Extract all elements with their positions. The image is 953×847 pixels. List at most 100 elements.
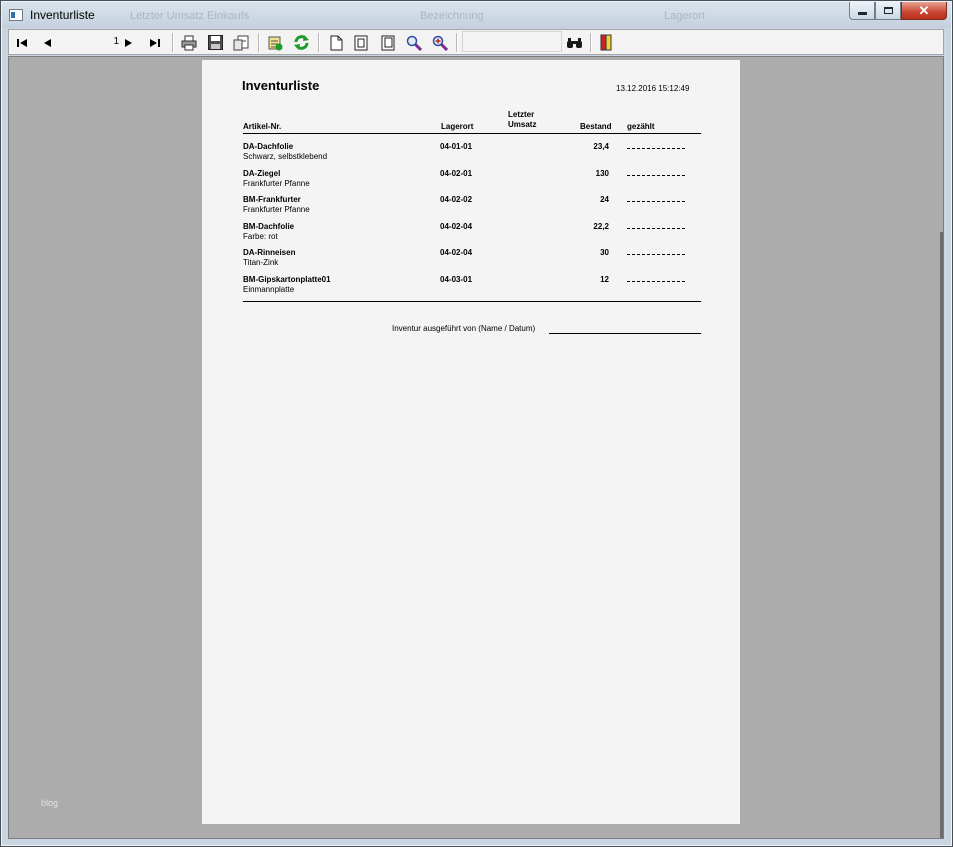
count-entry-line — [627, 227, 685, 229]
column-header-umsatz-line1: Letzter — [508, 110, 535, 119]
title-bar[interactable]: Inventurliste Letzter Umsatz Einkaufs Be… — [2, 2, 951, 28]
export-icon — [233, 35, 249, 50]
storage-location: 04-01-01 — [440, 142, 473, 151]
storage-location: 04-03-01 — [440, 274, 473, 284]
article-number: BM-Gipskartonplatte01 — [243, 274, 331, 284]
report-title: Inventurliste — [242, 78, 320, 93]
refresh-data-button[interactable] — [265, 33, 285, 52]
toolbar — [8, 29, 944, 55]
stock-quantity: 12 — [600, 274, 609, 284]
refresh-data-icon — [268, 36, 283, 50]
article-number: BM-Dachfolie — [243, 221, 295, 231]
article-description: Frankfurter Pfanne — [243, 178, 310, 188]
table-row: BM-Gipskartonplatte01 Einmannplatte 04-0… — [202, 275, 740, 302]
toolbar-separator — [590, 33, 591, 52]
report-page: Inventurliste 13.12.2016 15:12:49 Artike… — [202, 60, 740, 824]
toolbar-separator — [172, 33, 173, 52]
table-row: BM-Dachfolie Farbe: rot 04-02-04 22,2 — [202, 222, 740, 249]
toolbar-separator — [258, 33, 259, 52]
count-entry-line — [627, 201, 685, 202]
reload-icon — [293, 35, 309, 50]
stock-quantity: 30 — [600, 248, 609, 257]
stock-quantity: 24 — [600, 195, 609, 204]
first-page-button[interactable] — [13, 33, 31, 52]
zoom-out-icon — [406, 35, 422, 51]
minimize-icon — [857, 12, 867, 15]
export-button[interactable] — [231, 33, 251, 52]
last-page-button[interactable] — [146, 33, 164, 52]
stock-quantity: 130 — [595, 168, 609, 178]
storage-location: 04-02-02 — [440, 195, 473, 204]
ghost-label: Bezeichnung — [420, 10, 484, 22]
table-row: DA-Rinneisen Titan-Zink 04-02-04 30 — [202, 248, 740, 275]
maximize-icon — [883, 7, 893, 14]
prev-page-button[interactable] — [38, 33, 56, 52]
one-page-icon — [330, 35, 342, 50]
scrollbar-edge[interactable] — [940, 232, 943, 838]
signature-label: Inventur ausgeführt von (Name / Datum) — [392, 324, 536, 333]
article-description: Frankfurter Pfanne — [243, 205, 310, 214]
stock-quantity: 23,4 — [593, 142, 609, 151]
table-row: DA-Dachfolie Schwarz, selbstklebend 04-0… — [202, 142, 740, 169]
multi-page-icon — [381, 35, 394, 50]
ghost-label: Lagerort — [664, 10, 705, 22]
maximize-button[interactable] — [875, 2, 901, 20]
header-rule — [243, 133, 701, 134]
next-page-button[interactable] — [120, 33, 138, 52]
one-page-button[interactable] — [326, 33, 346, 52]
column-header-umsatz: Letzter Umsatz — [508, 110, 536, 130]
first-page-icon — [17, 38, 27, 47]
count-entry-line — [627, 280, 685, 282]
zoom-in-icon — [432, 35, 448, 51]
reload-button[interactable] — [291, 33, 311, 52]
storage-location: 04-02-04 — [440, 221, 473, 231]
article-description: Titan-Zink — [243, 258, 279, 267]
print-button[interactable] — [179, 33, 199, 52]
multi-page-button[interactable] — [378, 33, 398, 52]
table-row: BM-Frankfurter Frankfurter Pfanne 04-02-… — [202, 195, 740, 222]
window-title: Inventurliste — [30, 8, 95, 22]
zoom-in-button[interactable] — [430, 33, 450, 52]
search-input[interactable] — [462, 31, 562, 52]
article-number: DA-Ziegel — [243, 168, 281, 178]
prev-page-icon — [44, 38, 51, 47]
toolbar-separator — [318, 33, 319, 52]
column-header-lagerort: Lagerort — [441, 122, 474, 131]
column-header-gezaehlt: gezählt — [627, 122, 655, 131]
exit-button[interactable] — [596, 33, 616, 52]
storage-location: 04-02-01 — [440, 168, 473, 178]
article-number: BM-Frankfurter — [243, 195, 301, 204]
save-button[interactable] — [205, 33, 225, 52]
close-icon: ✕ — [918, 3, 930, 18]
footer-note: blog — [41, 798, 59, 808]
stock-quantity: 22,2 — [593, 221, 609, 231]
column-header-umsatz-line2: Umsatz — [508, 120, 537, 129]
footer-rule — [243, 301, 701, 302]
print-icon — [181, 35, 197, 50]
inventory-rows: DA-Dachfolie Schwarz, selbstklebend 04-0… — [202, 142, 740, 301]
close-button[interactable]: ✕ — [901, 2, 947, 20]
report-date: 13.12.2016 15:12:49 — [616, 84, 690, 93]
two-pages-icon — [354, 35, 367, 50]
next-page-icon — [125, 38, 132, 47]
count-entry-line — [627, 254, 685, 255]
report-preview-window: Inventurliste Letzter Umsatz Einkaufs Be… — [0, 0, 953, 847]
table-row: DA-Ziegel Frankfurter Pfanne 04-02-01 13… — [202, 169, 740, 196]
ghost-label: Letzter Umsatz Einkaufs — [130, 10, 250, 22]
find-button[interactable] — [564, 33, 584, 52]
storage-location: 04-02-04 — [440, 248, 473, 257]
column-header-bestand: Bestand — [580, 122, 612, 131]
two-pages-button[interactable] — [351, 33, 371, 52]
article-description: Farbe: rot — [243, 231, 278, 241]
page-number-input[interactable] — [61, 31, 123, 52]
signature-line — [549, 333, 701, 334]
exit-icon — [600, 34, 612, 51]
minimize-button[interactable] — [849, 2, 875, 20]
count-entry-line — [627, 148, 685, 149]
column-header-artikel: Artikel-Nr. — [243, 122, 282, 131]
article-number: DA-Dachfolie — [243, 142, 294, 151]
preview-area[interactable]: Inventurliste 13.12.2016 15:12:49 Artike… — [8, 56, 944, 839]
save-icon — [207, 35, 223, 50]
find-icon — [566, 37, 582, 48]
zoom-out-button[interactable] — [404, 33, 424, 52]
